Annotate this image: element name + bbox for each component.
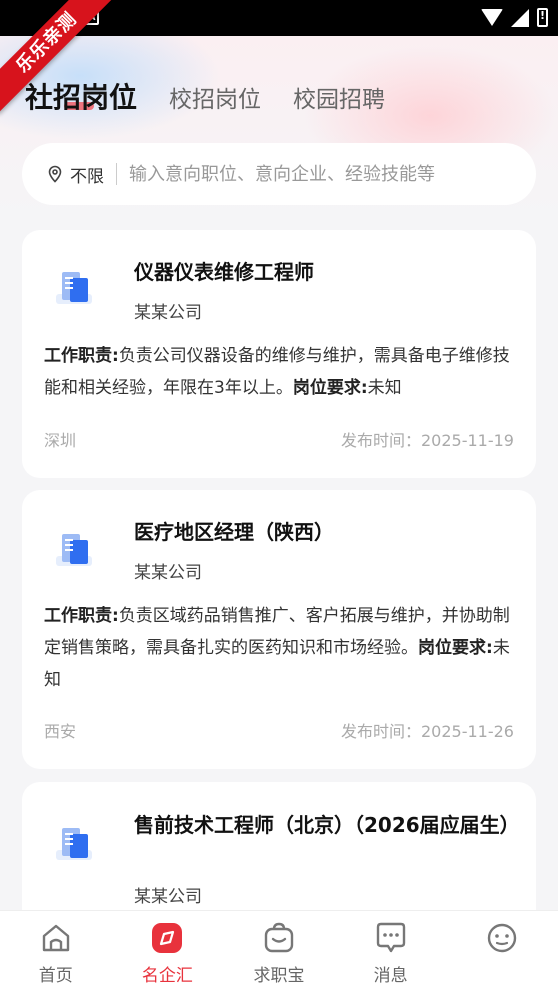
- status-icons: [481, 8, 548, 27]
- nav-label: 消息: [373, 966, 408, 986]
- bottom-navigation: 首页 名企汇 求职宝 消息: [0, 910, 558, 993]
- nav-item-job-treasure[interactable]: 求职宝: [223, 911, 334, 993]
- job-title: 医疗地区经理（陕西）: [134, 520, 334, 544]
- location-pin-icon[interactable]: [46, 165, 64, 183]
- location-filter[interactable]: 不限: [70, 162, 104, 187]
- search-input[interactable]: [129, 163, 499, 185]
- job-city: 西安: [44, 722, 77, 741]
- requirement-text: 未知: [367, 378, 402, 398]
- signal-icon: [511, 8, 529, 27]
- requirement-label: 岗位要求:: [418, 638, 493, 658]
- company-name: 某某公司: [134, 563, 202, 583]
- job-title: 仪器仪表维修工程师: [134, 260, 314, 284]
- compass-icon: [152, 923, 183, 953]
- bag-icon: [264, 922, 294, 953]
- corner-ribbon: 乐乐亲测: [0, 0, 120, 120]
- search-divider: [116, 163, 117, 185]
- wifi-icon: [481, 9, 503, 26]
- company-name: 某某公司: [134, 303, 202, 323]
- search-bar: 不限: [22, 143, 536, 205]
- publish-date: 发布时间：2025-11-19: [341, 431, 514, 450]
- nav-label: 首页: [38, 966, 73, 986]
- job-description: 工作职责:负责公司仪器设备的维修与维护，需具备电子维修技能和相关经验，年限在3年…: [44, 340, 520, 404]
- profile-icon: [487, 923, 517, 953]
- job-title: 售前技术工程师（北京）（2026届应届生）: [134, 813, 520, 837]
- ribbon-text: 乐乐亲测: [0, 0, 118, 114]
- tab-campus-recruitment[interactable]: 校园招聘: [293, 80, 385, 114]
- tab-campus-jobs[interactable]: 校招岗位: [169, 80, 261, 114]
- job-card[interactable]: 医疗地区经理（陕西） 某某公司 工作职责:负责区域药品销售推广、客户拓展与维护，…: [22, 490, 536, 769]
- company-logo-icon: [56, 272, 92, 304]
- publish-date: 发布时间：2025-11-26: [341, 722, 514, 741]
- duty-label: 工作职责:: [44, 606, 119, 626]
- battery-icon: [537, 8, 548, 27]
- company-name: 某某公司: [134, 887, 202, 907]
- message-icon: [376, 922, 405, 953]
- nav-item-profile[interactable]: [447, 911, 558, 993]
- job-description: 工作职责:负责区域药品销售推广、客户拓展与维护，并协助制定销售策略，需具备扎实的…: [44, 600, 520, 696]
- nav-item-messages[interactable]: 消息: [335, 911, 446, 993]
- company-logo-icon: [56, 534, 92, 566]
- home-icon: [42, 924, 69, 952]
- requirement-label: 岗位要求:: [292, 378, 368, 398]
- nav-item-home[interactable]: 首页: [0, 911, 111, 993]
- duty-label: 工作职责:: [44, 346, 119, 366]
- nav-item-enterprises[interactable]: 名企汇: [112, 911, 223, 993]
- company-logo-icon: [56, 828, 92, 860]
- job-card[interactable]: 仪器仪表维修工程师 某某公司 工作职责:负责公司仪器设备的维修与维护，需具备电子…: [22, 230, 536, 478]
- nav-label: 名企汇: [141, 966, 193, 986]
- nav-label: 求职宝: [253, 966, 305, 986]
- job-city: 深圳: [44, 431, 77, 450]
